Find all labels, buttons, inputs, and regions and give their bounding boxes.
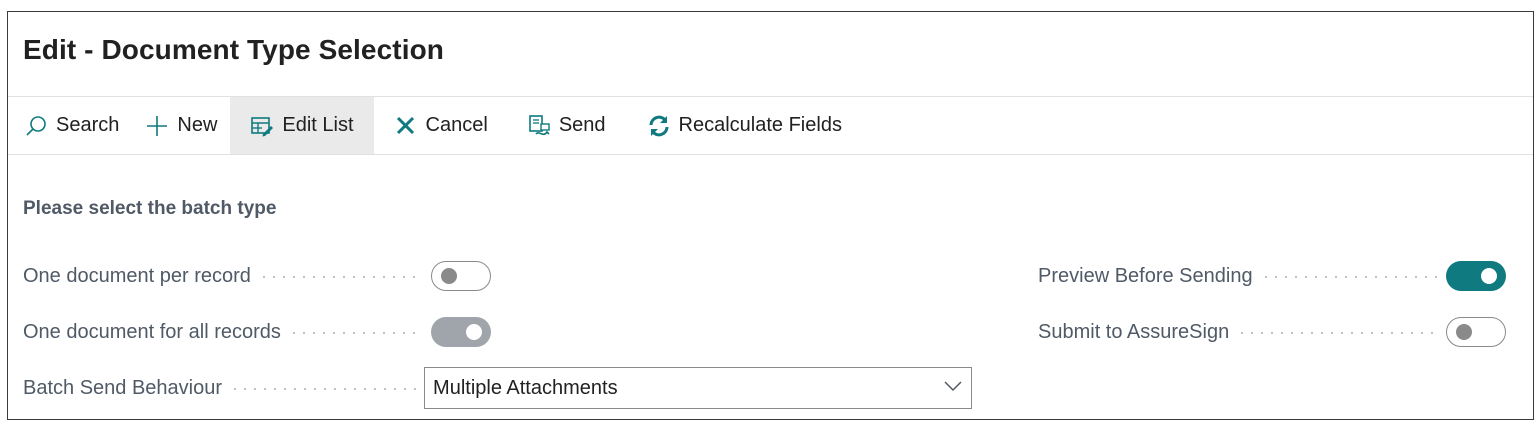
dotted-leader [230, 388, 417, 390]
close-icon [394, 114, 418, 138]
new-button[interactable]: New [132, 97, 230, 154]
divider [8, 154, 1533, 155]
field-label: Preview Before Sending [1038, 264, 1253, 287]
field-label: One document per record [23, 264, 251, 287]
toggle-knob [466, 324, 482, 340]
edit-list-icon [250, 114, 274, 138]
dotted-leader [1260, 276, 1438, 278]
cancel-button[interactable]: Cancel [374, 97, 501, 154]
submit-to-assuresign-toggle[interactable] [1446, 317, 1506, 347]
dotted-leader [258, 276, 423, 278]
refresh-icon [647, 114, 671, 138]
field-label: Submit to AssureSign [1038, 320, 1230, 343]
preview-before-sending-toggle[interactable] [1446, 261, 1506, 291]
dotted-leader [288, 332, 423, 334]
field-label: One document for all records [23, 320, 281, 343]
edit-list-button[interactable]: Edit List [230, 97, 374, 154]
send-document-icon [527, 114, 551, 138]
section-heading: Please select the batch type [23, 198, 277, 219]
batch-send-behaviour-select[interactable]: Multiple Attachments [424, 367, 973, 409]
batch-send-behaviour-field: Batch Send Behaviour Multiple Attachment… [23, 367, 978, 409]
action-bar: Search New Edit List Cancel Send Recalcu… [8, 97, 1533, 154]
search-icon [24, 114, 48, 138]
chevron-down-icon [943, 379, 963, 397]
send-label: Send [558, 114, 606, 136]
send-button[interactable]: Send [501, 97, 619, 154]
recalculate-fields-button[interactable]: Recalculate Fields [619, 97, 855, 154]
toggle-knob [1456, 324, 1472, 340]
submit-to-assuresign-field: Submit to AssureSign [1038, 316, 1506, 348]
dotted-leader [1237, 332, 1438, 334]
edit-list-label: Edit List [282, 114, 354, 136]
search-button[interactable]: Search [8, 97, 132, 154]
plus-icon [145, 114, 169, 138]
recalculate-fields-label: Recalculate Fields [678, 114, 842, 136]
one-document-for-all-records-field: One document for all records [23, 316, 491, 348]
dialog-frame: Edit - Document Type Selection Search Ne… [7, 11, 1534, 420]
cancel-label: Cancel [425, 114, 488, 136]
one-document-per-record-toggle[interactable] [431, 261, 491, 291]
search-label: Search [56, 114, 120, 136]
field-label: Batch Send Behaviour [23, 376, 223, 399]
one-document-for-all-records-toggle[interactable] [431, 317, 491, 347]
one-document-per-record-field: One document per record [23, 260, 491, 292]
toggle-knob [1481, 268, 1497, 284]
toggle-knob [441, 268, 457, 284]
page-title: Edit - Document Type Selection [23, 34, 444, 65]
preview-before-sending-field: Preview Before Sending [1038, 260, 1506, 292]
new-label: New [177, 114, 218, 136]
select-value: Multiple Attachments [433, 376, 618, 399]
